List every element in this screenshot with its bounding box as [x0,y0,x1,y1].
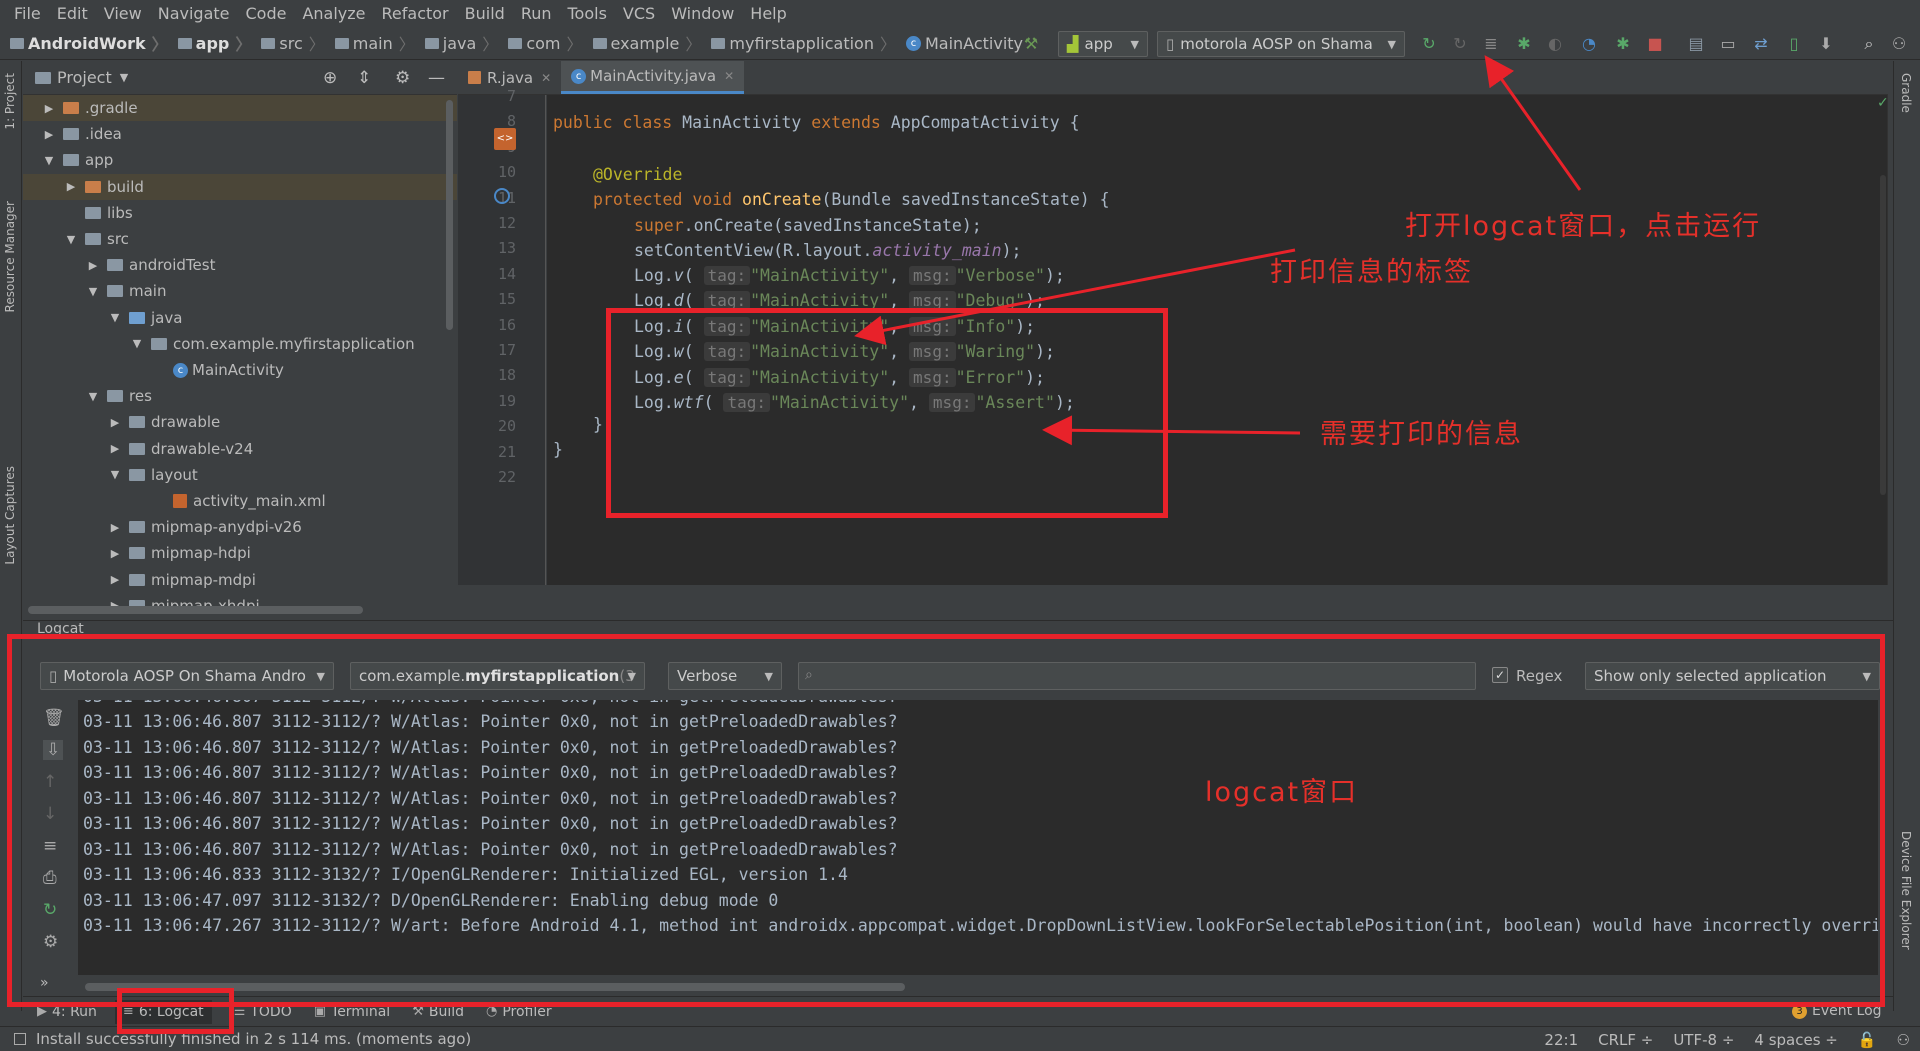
annotation-open-logcat: 打开logcat窗口，点击运行 [1405,211,1762,242]
annotation-tag-label: 打印信息的标签 [1270,257,1473,288]
arrow-to-message [1042,415,1301,446]
annotation-arrows [854,55,1582,446]
arrow-to-tag [854,248,1296,346]
annotation-logcat-window: logcat窗口 [1205,777,1359,808]
annotation-message-label: 需要打印的信息 [1320,419,1523,450]
arrow-to-run-button [1484,55,1582,191]
